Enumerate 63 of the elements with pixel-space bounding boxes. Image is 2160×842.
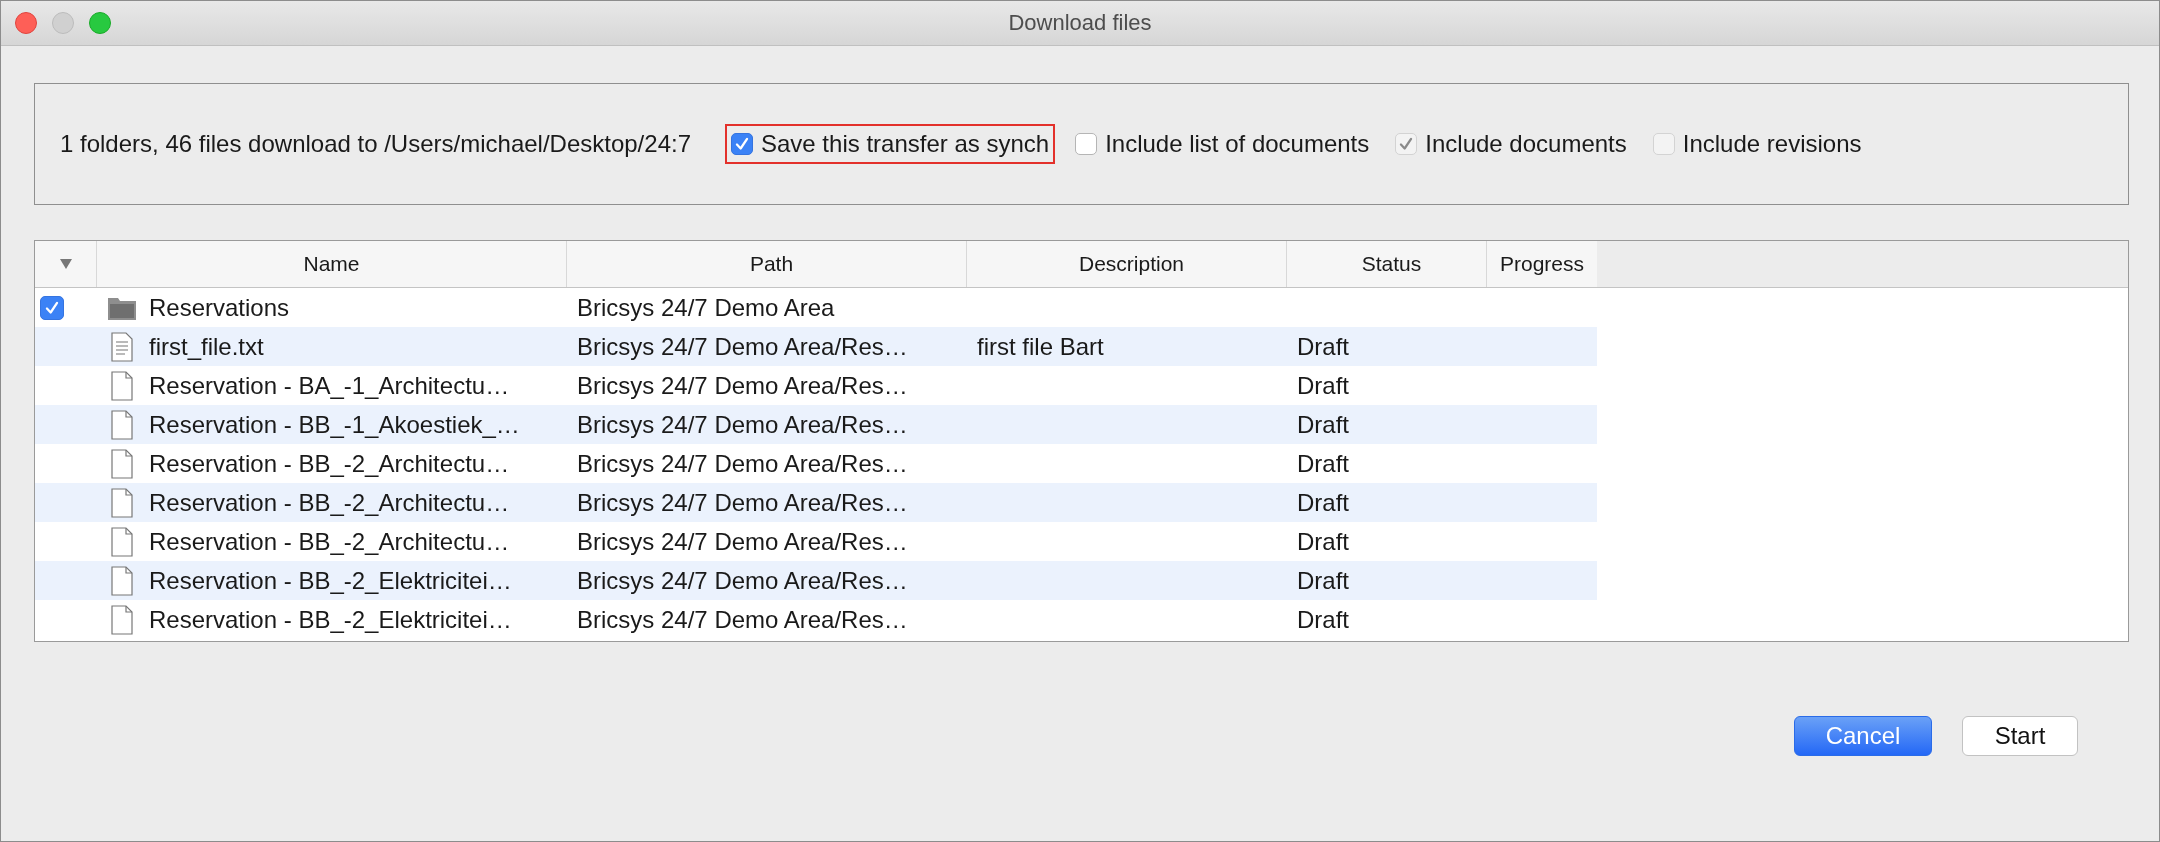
status-cell: Draft xyxy=(1297,371,1349,400)
dialog-button[interactable]: Cancel xyxy=(1794,716,1932,756)
path-cell: Bricsys 24/7 Demo Area/Res… xyxy=(577,488,908,517)
document-icon xyxy=(111,409,133,440)
file-name: Reservations xyxy=(149,293,290,322)
window-title: Download files xyxy=(1008,10,1152,36)
file-name: Reservation - BA_-1_Architectu… xyxy=(149,371,510,400)
option-checkbox[interactable]: Save this transfer as synch xyxy=(725,124,1056,164)
document-icon xyxy=(111,487,133,518)
option-checkbox[interactable]: Include list of documents xyxy=(1069,124,1376,164)
column-header[interactable]: Progress xyxy=(1487,241,1597,287)
path-cell: Bricsys 24/7 Demo Area/Res… xyxy=(577,527,908,556)
file-name: Reservation - BB_-2_Architectu… xyxy=(149,449,510,478)
column-header[interactable] xyxy=(35,241,97,287)
table-row[interactable]: Reservation - BB_-2_Architectu… Bricsys 24/7 Demo Area/Res… Draft xyxy=(35,444,1597,483)
checkbox-icon[interactable] xyxy=(1075,133,1098,155)
file-name: first_file.txt xyxy=(149,332,264,361)
path-cell: Bricsys 24/7 Demo Area/Res… xyxy=(577,371,908,400)
table-row[interactable]: Reservation - BB_-2_Elektricitei… Bricsys 24/7 Demo Area/Res… Draft xyxy=(35,600,1597,639)
table-row[interactable]: first_file.txt Bricsys 24/7 Demo Area/Res… first file Bart Draft xyxy=(35,327,1597,366)
path-cell: Bricsys 24/7 Demo Area/Res… xyxy=(577,566,908,595)
summary-text: 1 folders, 46 files download to /Users/michael/Desktop/24:7 xyxy=(60,130,691,158)
table-row[interactable]: Reservation - BB_-2_Elektricitei… Bricsys 24/7 Demo Area/Res… Draft xyxy=(35,561,1597,600)
status-cell: Draft xyxy=(1297,527,1349,556)
file-name: Reservation - BB_-2_Elektricitei… xyxy=(149,605,512,634)
document-icon xyxy=(111,604,133,635)
column-header[interactable]: Status xyxy=(1287,241,1487,287)
table-row[interactable]: Reservations Bricsys 24/7 Demo Area xyxy=(35,288,1597,327)
status-cell: Draft xyxy=(1297,410,1349,439)
checkbox-icon[interactable] xyxy=(731,133,753,155)
path-cell: Bricsys 24/7 Demo Area/Res… xyxy=(577,605,908,634)
table-row[interactable]: Reservation - BB_-2_Architectu… Bricsys 24/7 Demo Area/Res… Draft xyxy=(35,483,1597,522)
status-cell: Draft xyxy=(1297,566,1349,595)
document-icon xyxy=(111,448,133,479)
file-name: Reservation - BB_-2_Architectu… xyxy=(149,488,510,517)
zoom-icon[interactable] xyxy=(89,12,111,34)
column-header[interactable]: Name xyxy=(97,241,567,287)
file-name: Reservation - BB_-1_Akoestiek_… xyxy=(149,410,520,439)
column-header[interactable]: Path xyxy=(567,241,967,287)
document-icon xyxy=(111,370,133,401)
text-document-icon xyxy=(111,331,133,362)
document-icon xyxy=(111,565,133,596)
column-header[interactable]: Description xyxy=(967,241,1287,287)
row-checkbox[interactable] xyxy=(40,295,64,320)
status-cell: Draft xyxy=(1297,332,1349,361)
status-cell: Draft xyxy=(1297,449,1349,478)
file-name: Reservation - BB_-2_Elektricitei… xyxy=(149,566,512,595)
close-icon[interactable] xyxy=(15,12,37,34)
description-cell: first file Bart xyxy=(977,332,1104,361)
table-row[interactable]: Reservation - BB_-2_Architectu… Bricsys 24/7 Demo Area/Res… Draft xyxy=(35,522,1597,561)
path-cell: Bricsys 24/7 Demo Area xyxy=(577,293,835,322)
table-row[interactable]: Reservation - BB_-1_Akoestiek_… Bricsys 24/7 Demo Area/Res… Draft xyxy=(35,405,1597,444)
table-row[interactable]: Reservation - BA_-1_Architectu… Bricsys 24/7 Demo Area/Res… Draft xyxy=(35,366,1597,405)
document-icon xyxy=(111,526,133,557)
checkmark-icon xyxy=(733,135,751,153)
file-name: Reservation - BB_-2_Architectu… xyxy=(149,527,510,556)
sort-triangle-icon[interactable] xyxy=(58,258,73,270)
dialog-button[interactable]: Start xyxy=(1962,716,2078,756)
status-cell: Draft xyxy=(1297,488,1349,517)
path-cell: Bricsys 24/7 Demo Area/Res… xyxy=(577,449,908,478)
status-cell: Draft xyxy=(1297,605,1349,634)
path-cell: Bricsys 24/7 Demo Area/Res… xyxy=(577,410,908,439)
path-cell: Bricsys 24/7 Demo Area/Res… xyxy=(577,332,908,361)
